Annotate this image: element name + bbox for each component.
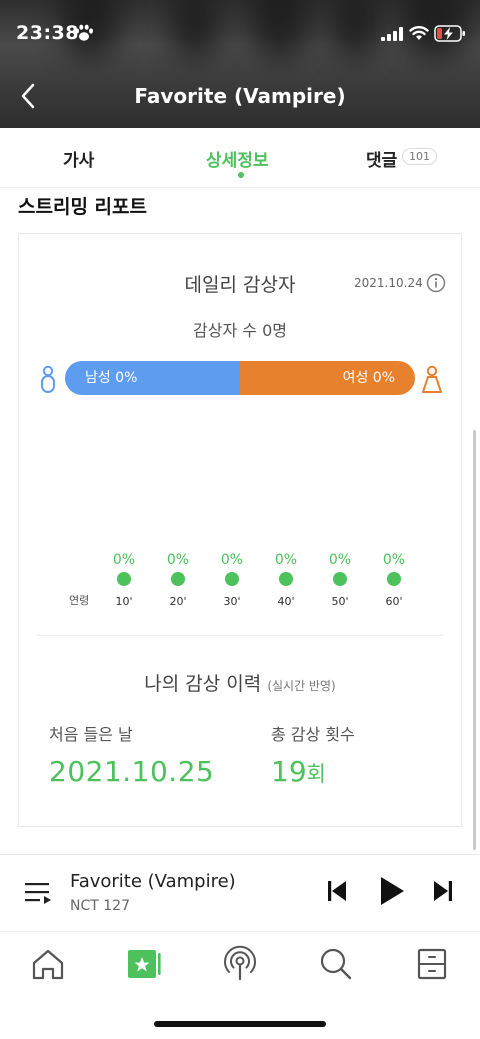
player-artist: NCT 127 bbox=[70, 898, 130, 914]
age-label: 10' bbox=[115, 595, 133, 608]
podcast-icon[interactable] bbox=[220, 944, 260, 984]
age-column: 0% 60' bbox=[374, 552, 414, 608]
age-dot bbox=[333, 572, 347, 586]
gender-ratio-bar: 남성 0% 여성 0% bbox=[65, 361, 415, 395]
age-column: 0% 50' bbox=[320, 552, 360, 608]
total-plays-value: 19회 bbox=[271, 755, 326, 788]
age-distribution: 연령 0% 10' 0% 20' 0% 30' 0% 40' 0% 50' 0% bbox=[19, 552, 463, 612]
divider bbox=[36, 635, 444, 636]
status-time: 23:38 bbox=[16, 22, 79, 44]
history-title-text: 나의 감상 이력 bbox=[144, 673, 262, 695]
female-icon bbox=[422, 365, 442, 393]
first-listened-value: 2021.10.25 bbox=[49, 755, 215, 788]
age-dot bbox=[171, 572, 185, 586]
male-ratio: 남성 0% bbox=[65, 361, 240, 395]
tab-bar: 가사 상세정보 댓글 101 bbox=[0, 128, 480, 188]
male-icon bbox=[41, 365, 55, 393]
total-plays-label: 총 감상 횟수 bbox=[271, 725, 355, 744]
play-icon[interactable] bbox=[378, 875, 406, 907]
history-subtitle: (실시간 반영) bbox=[267, 679, 336, 693]
age-percent: 0% bbox=[274, 552, 298, 568]
age-percent: 0% bbox=[328, 552, 352, 568]
next-track-icon[interactable] bbox=[432, 879, 454, 903]
age-percent: 0% bbox=[112, 552, 136, 568]
age-percent: 0% bbox=[220, 552, 244, 568]
age-dot bbox=[117, 572, 131, 586]
scrollbar[interactable] bbox=[473, 430, 476, 850]
total-plays-unit: 회 bbox=[306, 762, 326, 786]
female-ratio: 여성 0% bbox=[240, 361, 415, 395]
search-icon[interactable] bbox=[316, 944, 356, 984]
playlist-icon[interactable] bbox=[24, 881, 52, 907]
previous-track-icon[interactable] bbox=[326, 879, 348, 903]
age-axis-label: 연령 bbox=[69, 594, 90, 607]
age-column: 0% 10' bbox=[104, 552, 144, 608]
age-label: 30' bbox=[223, 595, 241, 608]
age-column: 0% 20' bbox=[158, 552, 198, 608]
age-column: 0% 40' bbox=[266, 552, 306, 608]
mini-player[interactable]: Favorite (Vampire) NCT 127 bbox=[0, 854, 480, 932]
paw-icon bbox=[75, 24, 93, 41]
history-title: 나의 감상 이력 (실시간 반영) bbox=[19, 669, 461, 696]
home-icon[interactable] bbox=[28, 944, 68, 984]
age-percent: 0% bbox=[166, 552, 190, 568]
section-title: 스트리밍 리포트 bbox=[18, 196, 147, 218]
signal-icon bbox=[381, 27, 403, 41]
comment-count-badge: 101 bbox=[402, 148, 437, 165]
wifi-icon bbox=[409, 26, 429, 40]
age-label: 60' bbox=[385, 595, 403, 608]
listener-count: 감상자 수 0명 bbox=[193, 321, 287, 340]
active-tab-indicator bbox=[238, 172, 244, 178]
age-dot bbox=[387, 572, 401, 586]
tab-lyrics[interactable]: 가사 bbox=[63, 146, 94, 171]
streaming-report-card: 데일리 감상자 2021.10.24 감상자 수 0명 남성 0% 여성 0% … bbox=[18, 233, 462, 827]
age-percent: 0% bbox=[382, 552, 406, 568]
tab-details[interactable]: 상세정보 bbox=[206, 146, 269, 171]
first-listened-label: 처음 들은 날 bbox=[49, 725, 133, 744]
age-label: 40' bbox=[277, 595, 295, 608]
home-indicator bbox=[154, 1021, 326, 1027]
menu-drawer-icon[interactable] bbox=[412, 944, 452, 984]
age-dot bbox=[225, 572, 239, 586]
age-dot bbox=[279, 572, 293, 586]
status-bar: 23:38 bbox=[0, 0, 480, 70]
header: 23:38 Favorite (Vampire) bbox=[0, 0, 480, 128]
daily-date: 2021.10.24 bbox=[354, 276, 423, 290]
page-title: Favorite (Vampire) bbox=[134, 84, 346, 108]
age-label: 50' bbox=[331, 595, 349, 608]
total-plays-number: 19 bbox=[271, 755, 307, 788]
age-column: 0% 30' bbox=[212, 552, 252, 608]
tab-comments[interactable]: 댓글 bbox=[366, 146, 397, 171]
my-music-icon[interactable] bbox=[124, 944, 164, 984]
battery-charging-icon bbox=[434, 25, 465, 42]
info-icon[interactable] bbox=[426, 273, 446, 293]
age-label: 20' bbox=[169, 595, 187, 608]
player-song-title: Favorite (Vampire) bbox=[70, 871, 236, 892]
